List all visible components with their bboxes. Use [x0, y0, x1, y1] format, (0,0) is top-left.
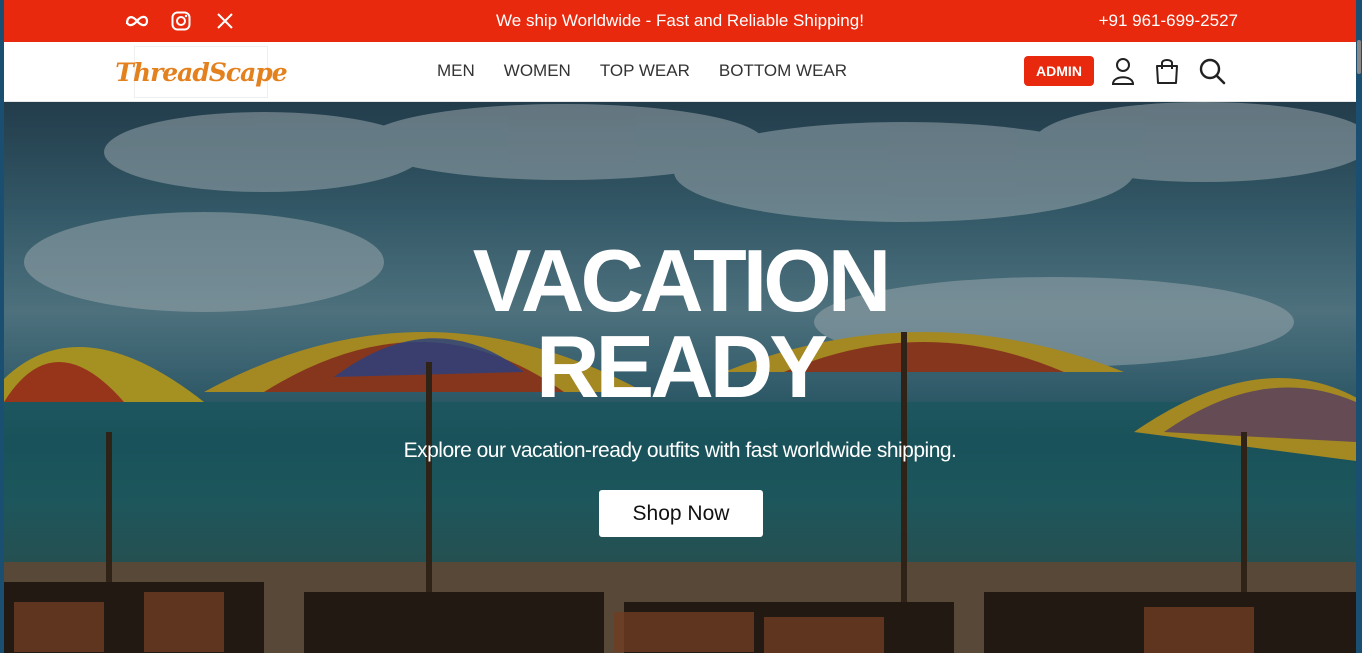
hero-title-line1: VACATION — [472, 231, 892, 330]
shop-now-button[interactable]: Shop Now — [599, 490, 763, 537]
nav-link-top-wear[interactable]: TOP WEAR — [600, 61, 690, 81]
nav-link-men[interactable]: MEN — [437, 61, 475, 81]
site-header: ThreadScape MEN WOMEN TOP WEAR BOTTOM WE… — [4, 42, 1356, 102]
main-nav: MEN WOMEN TOP WEAR BOTTOM WEAR — [437, 61, 847, 81]
hero-banner: VACATION READY Explore our vacation-read… — [4, 102, 1356, 653]
nav-link-bottom-wear[interactable]: BOTTOM WEAR — [719, 61, 847, 81]
announcement-bar: We ship Worldwide - Fast and Reliable Sh… — [4, 0, 1356, 42]
phone-number[interactable]: +91 961-699-2527 — [1099, 11, 1238, 31]
search-icon[interactable] — [1197, 56, 1227, 86]
user-icon[interactable] — [1108, 56, 1138, 86]
site-logo[interactable]: ThreadScape — [115, 46, 288, 98]
shopping-bag-icon[interactable] — [1152, 56, 1182, 86]
nav-link-women[interactable]: WOMEN — [504, 61, 571, 81]
page-scrollbar[interactable] — [1356, 0, 1362, 653]
scrollbar-thumb[interactable] — [1357, 40, 1361, 74]
hero-title: VACATION READY — [4, 231, 1356, 416]
admin-button[interactable]: ADMIN — [1024, 56, 1094, 86]
browser-viewport: We ship Worldwide - Fast and Reliable Sh… — [4, 0, 1356, 653]
hero-subtitle: Explore our vacation-ready outfits with … — [403, 439, 957, 462]
hero-title-line2: READY — [535, 317, 828, 416]
